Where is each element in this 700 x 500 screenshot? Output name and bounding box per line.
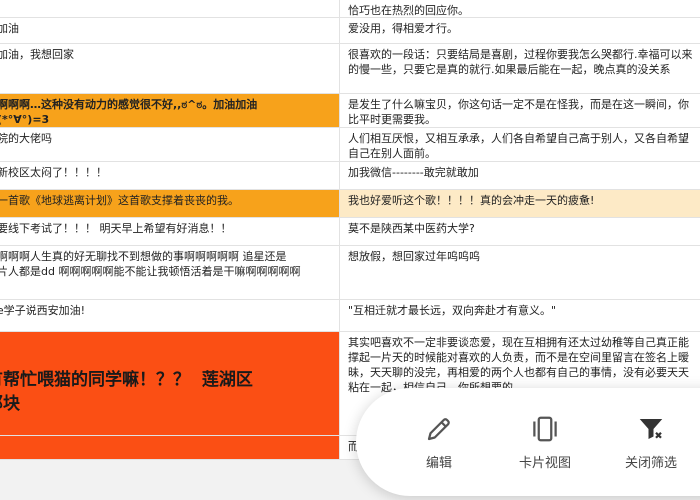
left-cell-text: 啊啊啊啊人生真的好无聊找不到想做的事啊啊啊啊啊 追星还是 纸片人都是dd 啊啊啊… <box>0 250 301 278</box>
table-row[interactable]: 不要线下考试了！！！ 明天早上希望有好消息！！ 莫不是陕西某中医药大学? <box>0 218 700 246</box>
right-cell-text: 是发生了什么嘛宝贝，你这句话一定不是在怪我，而是在这一瞬间，你比平时更需要我。 <box>348 98 689 126</box>
pencil-icon <box>427 417 450 440</box>
table-row[interactable]: 院新校区太闷了！！！！ 加我微信--------敢完就敢加 <box>0 162 700 190</box>
right-cell[interactable]: 我也好爱听这个歌！！！！真的会冲走一天的疲惫! <box>340 190 700 218</box>
left-cell[interactable]: 有帮忙喂猫的同学嘛！？？ 莲湖区 那块 <box>0 332 340 436</box>
right-cell[interactable]: 莫不是陕西某中医药大学? <box>340 218 700 246</box>
table-row[interactable]: 美院的大佬吗 人们相互厌恨，又相互承承，人们各自希望自己高于别人，又各自希望自己在… <box>0 128 700 162</box>
right-cell-text: 我也好爱听这个歌！！！！真的会冲走一天的疲惫! <box>348 194 595 207</box>
right-cell[interactable]: 爱没用，得相爱才行。 <box>340 18 700 44</box>
left-cell-text: 院新校区太闷了！！！！ <box>0 166 107 179</box>
left-cell-text: 有帮忙喂猫的同学嘛！？？ 莲湖区 那块 <box>0 370 253 414</box>
right-cell-text: 人们相互厌恨，又相互承承，人们各自希望自己高于别人，又各自希望自己在别人面前。 <box>348 132 689 160</box>
floating-action-bar: 编辑 卡片视图 关闭筛选 <box>356 388 700 496</box>
card-view-label: 卡片视图 <box>518 455 571 471</box>
right-cell-text: 很喜欢的一段话：只要结局是喜剧，过程你要我怎么哭都行.幸福可以来的慢一些，只要它… <box>348 48 693 76</box>
left-cell[interactable] <box>0 0 340 18</box>
left-cell-text: 美院的大佬吗 <box>0 132 52 145</box>
right-cell-text: 其实吧喜欢不一定非要谈恋爱，现在互相拥有还太过幼稚等自己真正能撑起一片天的时候能… <box>348 336 689 394</box>
left-cell[interactable]: 美院的大佬吗 <box>0 128 340 162</box>
table-row[interactable]: 安加油，我想回家 很喜欢的一段话：只要结局是喜剧，过程你要我怎么哭都行.幸福可以来… <box>0 44 700 94</box>
close-filter-label: 关闭筛选 <box>624 455 677 471</box>
left-cell[interactable] <box>0 436 340 460</box>
right-cell[interactable]: 想放假，想回家过年呜呜呜 <box>340 246 700 300</box>
left-cell-text: 研加油 <box>0 22 19 35</box>
table-row[interactable]: 啊啊啊啊…这种没有动力的感觉很不好,,ಠ^ಠ。加油加油 谢(*°∀°)=3 是发生… <box>0 94 700 128</box>
left-cell-text: 荐一首歌《地球逃离计划》这首歌支撑着丧丧的我。 <box>0 194 239 207</box>
left-cell[interactable]: ufe学子说西安加油! <box>0 300 340 332</box>
left-cell[interactable]: 啊啊啊啊人生真的好无聊找不到想做的事啊啊啊啊啊 追星还是 纸片人都是dd 啊啊啊… <box>0 246 340 300</box>
edit-label: 编辑 <box>425 455 452 471</box>
left-cell[interactable]: 不要线下考试了！！！ 明天早上希望有好消息！！ <box>0 218 340 246</box>
left-cell-text: ufe学子说西安加油! <box>0 304 86 317</box>
right-cell-text: 爱没用，得相爱才行。 <box>348 22 458 35</box>
left-cell[interactable]: 荐一首歌《地球逃离计划》这首歌支撑着丧丧的我。 <box>0 190 340 218</box>
left-cell[interactable]: 研加油 <box>0 18 340 44</box>
right-cell[interactable]: 加我微信--------敢完就敢加 <box>340 162 700 190</box>
right-cell[interactable]: 人们相互厌恨，又相互承承，人们各自希望自己高于别人，又各自希望自己在别人面前。 <box>340 128 700 162</box>
left-cell-text: 安加油，我想回家 <box>0 48 74 61</box>
table-row[interactable]: 研加油 爱没用，得相爱才行。 <box>0 18 700 44</box>
table-row[interactable]: ufe学子说西安加油! "互相迁就才最长远，双向奔赴才有意义。" <box>0 300 700 332</box>
right-cell-text: 加我微信--------敢完就敢加 <box>348 166 479 179</box>
left-cell-text: 啊啊啊啊…这种没有动力的感觉很不好,,ಠ^ಠ。加油加油 谢(*°∀°)=3 <box>0 98 258 126</box>
right-cell-text: 想放假，想回家过年呜呜呜 <box>348 250 480 263</box>
right-cell-text: 恰巧也在热烈的回应你。 <box>348 4 469 17</box>
left-cell[interactable]: 院新校区太闷了！！！！ <box>0 162 340 190</box>
table-row[interactable]: 啊啊啊啊人生真的好无聊找不到想做的事啊啊啊啊啊 追星还是 纸片人都是dd 啊啊啊… <box>0 246 700 300</box>
card-view-icon <box>533 416 557 441</box>
right-cell[interactable]: 很喜欢的一段话：只要结局是喜剧，过程你要我怎么哭都行.幸福可以来的慢一些，只要它… <box>340 44 700 94</box>
right-cell-text: 莫不是陕西某中医药大学? <box>348 222 475 235</box>
card-view-button[interactable]: 卡片视图 <box>492 414 598 471</box>
table-row[interactable]: 荐一首歌《地球逃离计划》这首歌支撑着丧丧的我。 我也好爱听这个歌！！！！真的会冲走… <box>0 190 700 218</box>
right-cell[interactable]: 是发生了什么嘛宝贝，你这句话一定不是在怪我，而是在这一瞬间，你比平时更需要我。 <box>340 94 700 128</box>
left-cell[interactable]: 安加油，我想回家 <box>0 44 340 94</box>
left-cell[interactable]: 啊啊啊啊…这种没有动力的感觉很不好,,ಠ^ಠ。加油加油 谢(*°∀°)=3 <box>0 94 340 128</box>
edit-button[interactable]: 编辑 <box>386 414 492 471</box>
filter-icon <box>639 418 663 439</box>
close-filter-button[interactable]: 关闭筛选 <box>598 414 700 471</box>
right-cell[interactable]: 恰巧也在热烈的回应你。 <box>340 0 700 18</box>
right-cell[interactable]: "互相迁就才最长远，双向奔赴才有意义。" <box>340 300 700 332</box>
right-cell-text: "互相迁就才最长远，双向奔赴才有意义。" <box>348 304 557 317</box>
table-row[interactable]: 恰巧也在热烈的回应你。 <box>0 0 700 18</box>
left-cell-text: 不要线下考试了！！！ 明天早上希望有好消息！！ <box>0 222 232 235</box>
